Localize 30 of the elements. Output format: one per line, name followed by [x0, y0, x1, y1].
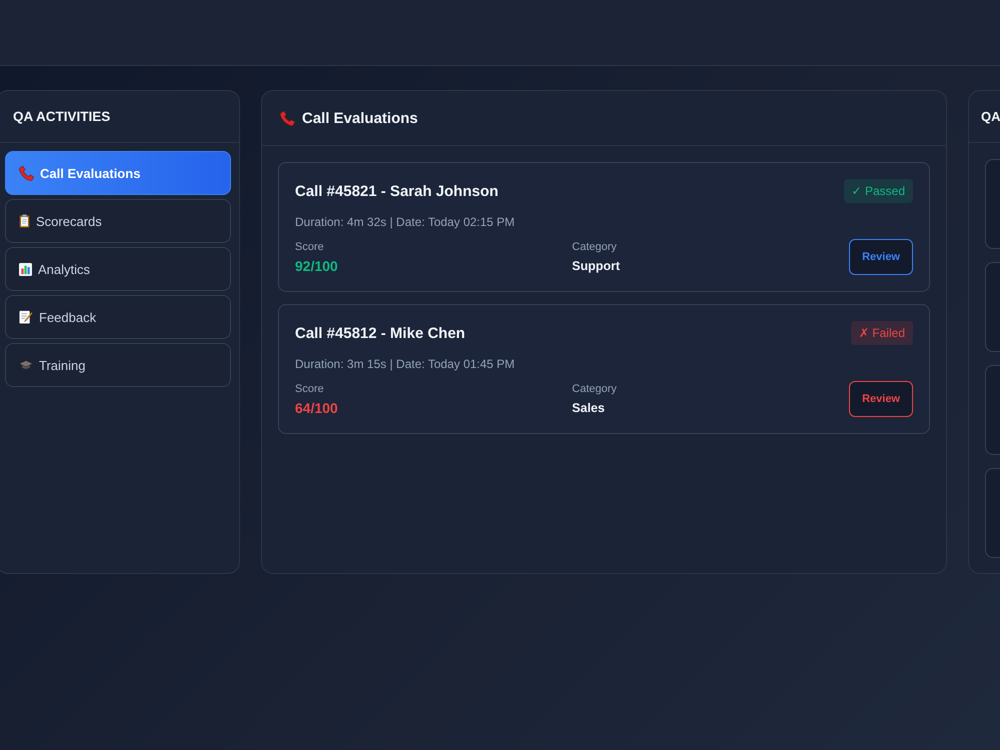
call-title: Call #45812 - Mike Chen [295, 324, 466, 342]
call-meta: Duration: 3m 15s | Date: Today 01:45 PM [295, 357, 516, 372]
field-label: Category [572, 240, 618, 254]
memo-icon [19, 310, 33, 324]
phone-icon [19, 166, 34, 180]
bar-chart-icon [19, 262, 32, 276]
nav-item[interactable]: Training [5, 343, 231, 387]
phone-icon [280, 110, 295, 126]
score-value: 64/100 [295, 398, 339, 416]
review-button[interactable]: Review [849, 381, 913, 417]
panel-title: QA [981, 109, 1000, 124]
field-label: Score [295, 240, 325, 254]
call-title: Call #45821 - Sarah Johnson [295, 182, 498, 200]
nav-item[interactable]: Call Evaluations [5, 151, 231, 195]
status-badge: ✓ Passed [844, 179, 913, 203]
call-meta: Duration: 4m 32s | Date: Today 02:15 PM [295, 215, 516, 230]
status-badge: ✗ Failed [850, 321, 913, 345]
category-value: Sales [572, 400, 606, 416]
nav-item[interactable]: Scorecards [5, 199, 231, 243]
field-label: Score [295, 382, 325, 396]
field-label: Category [572, 382, 618, 396]
nav-item[interactable]: Analytics [5, 247, 231, 291]
score-value: 92/100 [295, 256, 339, 274]
graduation-cap-icon [19, 360, 33, 370]
clipboard-icon [19, 214, 30, 228]
panel-title: QA ACTIVITIES [13, 109, 110, 124]
category-value: Support [572, 258, 621, 274]
panel-title: Call Evaluations [302, 110, 418, 126]
review-button[interactable]: Review [849, 239, 913, 275]
nav-item[interactable]: Feedback [5, 295, 231, 339]
